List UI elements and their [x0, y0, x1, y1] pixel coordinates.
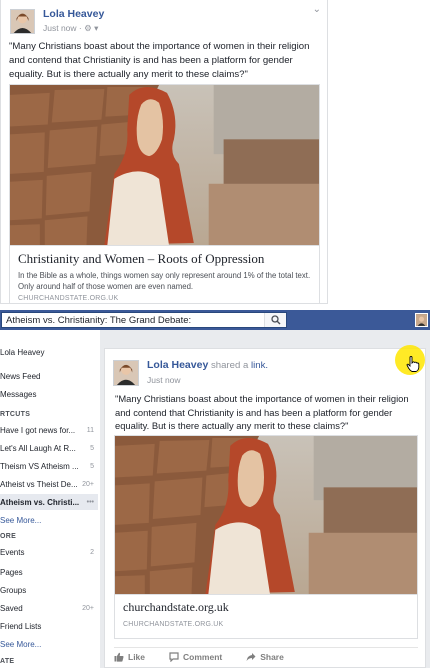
sidebar-item-groups[interactable]: Groups	[0, 582, 98, 598]
more-options-icon[interactable]: •••	[87, 499, 98, 506]
link-domain: CHURCHANDSTATE.ORG.UK	[18, 295, 119, 302]
search-button[interactable]	[264, 313, 286, 327]
comment-icon	[169, 651, 179, 662]
create-heading: ATE	[0, 658, 15, 665]
search-bar: Atheism vs. Christianity: The Grand Deba…	[1, 312, 287, 328]
comment-button[interactable]: Comment	[169, 652, 222, 662]
sidebar-item-shortcut[interactable]: Theism VS Atheism ... 5	[0, 458, 98, 474]
sidebar-item-shortcut[interactable]: Have I got news for... 11	[0, 422, 98, 438]
post-author[interactable]: Lola Heavey	[147, 359, 208, 371]
link-description: In the Bible as a whole, things women sa…	[18, 271, 311, 291]
post-card-preview: Lola Heavey Just now · ⚙ ▾ ⌄ "Many Chris…	[0, 0, 328, 304]
post-text: "Many Christians boast about the importa…	[9, 41, 310, 80]
sidebar-item-news-feed[interactable]: News Feed	[0, 368, 98, 384]
left-sidebar: Lola Heavey News Feed Messages RTCUTS Ha…	[0, 330, 100, 668]
chevron-down-icon[interactable]: ⌄	[313, 4, 321, 15]
post-actions: Like Comment Share	[114, 647, 418, 665]
sidebar-item-shortcut-active[interactable]: Atheism vs. Christi... •••	[0, 494, 98, 510]
search-input[interactable]: Atheism vs. Christianity: The Grand Deba…	[2, 315, 264, 326]
like-button[interactable]: Like	[114, 652, 145, 662]
sidebar-item-events[interactable]: Events 2	[0, 544, 98, 560]
share-icon	[246, 652, 256, 661]
post-author[interactable]: Lola Heavey	[43, 7, 104, 21]
sidebar-item-friend-lists[interactable]: Friend Lists	[0, 618, 98, 634]
link-preview-caption[interactable]: Christianity and Women – Roots of Oppres…	[9, 246, 320, 303]
post-text: "Many Christians boast about the importa…	[115, 393, 409, 431]
link-title[interactable]: churchandstate.org.uk	[123, 600, 409, 615]
shortcuts-see-more-link[interactable]: See More...	[0, 512, 98, 528]
shared-text: shared a	[208, 360, 251, 371]
sidebar-item-profile[interactable]: Lola Heavey	[0, 344, 98, 360]
link-domain: CHURCHANDSTATE.ORG.UK	[123, 621, 224, 628]
screenshot: Lola Heavey Just now · ⚙ ▾ ⌄ "Many Chris…	[0, 0, 430, 668]
link-preview-image[interactable]	[9, 84, 320, 246]
link-title[interactable]: Christianity and Women – Roots of Oppres…	[18, 251, 311, 267]
sidebar-item-shortcut[interactable]: Let's All Laugh At R... 5	[0, 440, 98, 456]
explore-see-more-link[interactable]: See More...	[0, 636, 98, 652]
post-header: Lola Heavey Just now · ⚙ ▾	[10, 6, 104, 36]
link-preview-image[interactable]	[114, 435, 418, 595]
post-time[interactable]: Just now	[43, 23, 77, 33]
link-preview-caption[interactable]: churchandstate.org.uk CHURCHANDSTATE.ORG…	[114, 595, 418, 639]
sidebar-item-saved[interactable]: Saved 20+	[0, 600, 98, 616]
feed-post-card: Lola Heavey shared a link. Just now "Man…	[104, 348, 426, 668]
avatar[interactable]	[113, 359, 139, 386]
post-time[interactable]: Just now	[147, 373, 268, 387]
sidebar-item-messages[interactable]: Messages	[0, 386, 98, 402]
sidebar-item-pages[interactable]: Pages	[0, 564, 98, 580]
thumbs-up-icon	[114, 652, 124, 662]
share-button[interactable]: Share	[246, 652, 284, 662]
post-header: Lola Heavey shared a link. Just now	[113, 358, 268, 387]
profile-avatar[interactable]	[415, 313, 428, 327]
hand-cursor-icon	[406, 356, 420, 372]
top-navigation-bar: Atheism vs. Christianity: The Grand Deba…	[0, 310, 430, 330]
search-icon	[270, 315, 280, 325]
explore-heading: ORE	[0, 533, 17, 540]
privacy-icon[interactable]: · ⚙ ▾	[79, 23, 98, 33]
shared-link[interactable]: link.	[251, 360, 268, 371]
shortcuts-heading: RTCUTS	[0, 411, 31, 418]
avatar[interactable]	[10, 8, 35, 34]
sidebar-item-shortcut[interactable]: Atheist vs Theist De... 20+	[0, 476, 98, 492]
